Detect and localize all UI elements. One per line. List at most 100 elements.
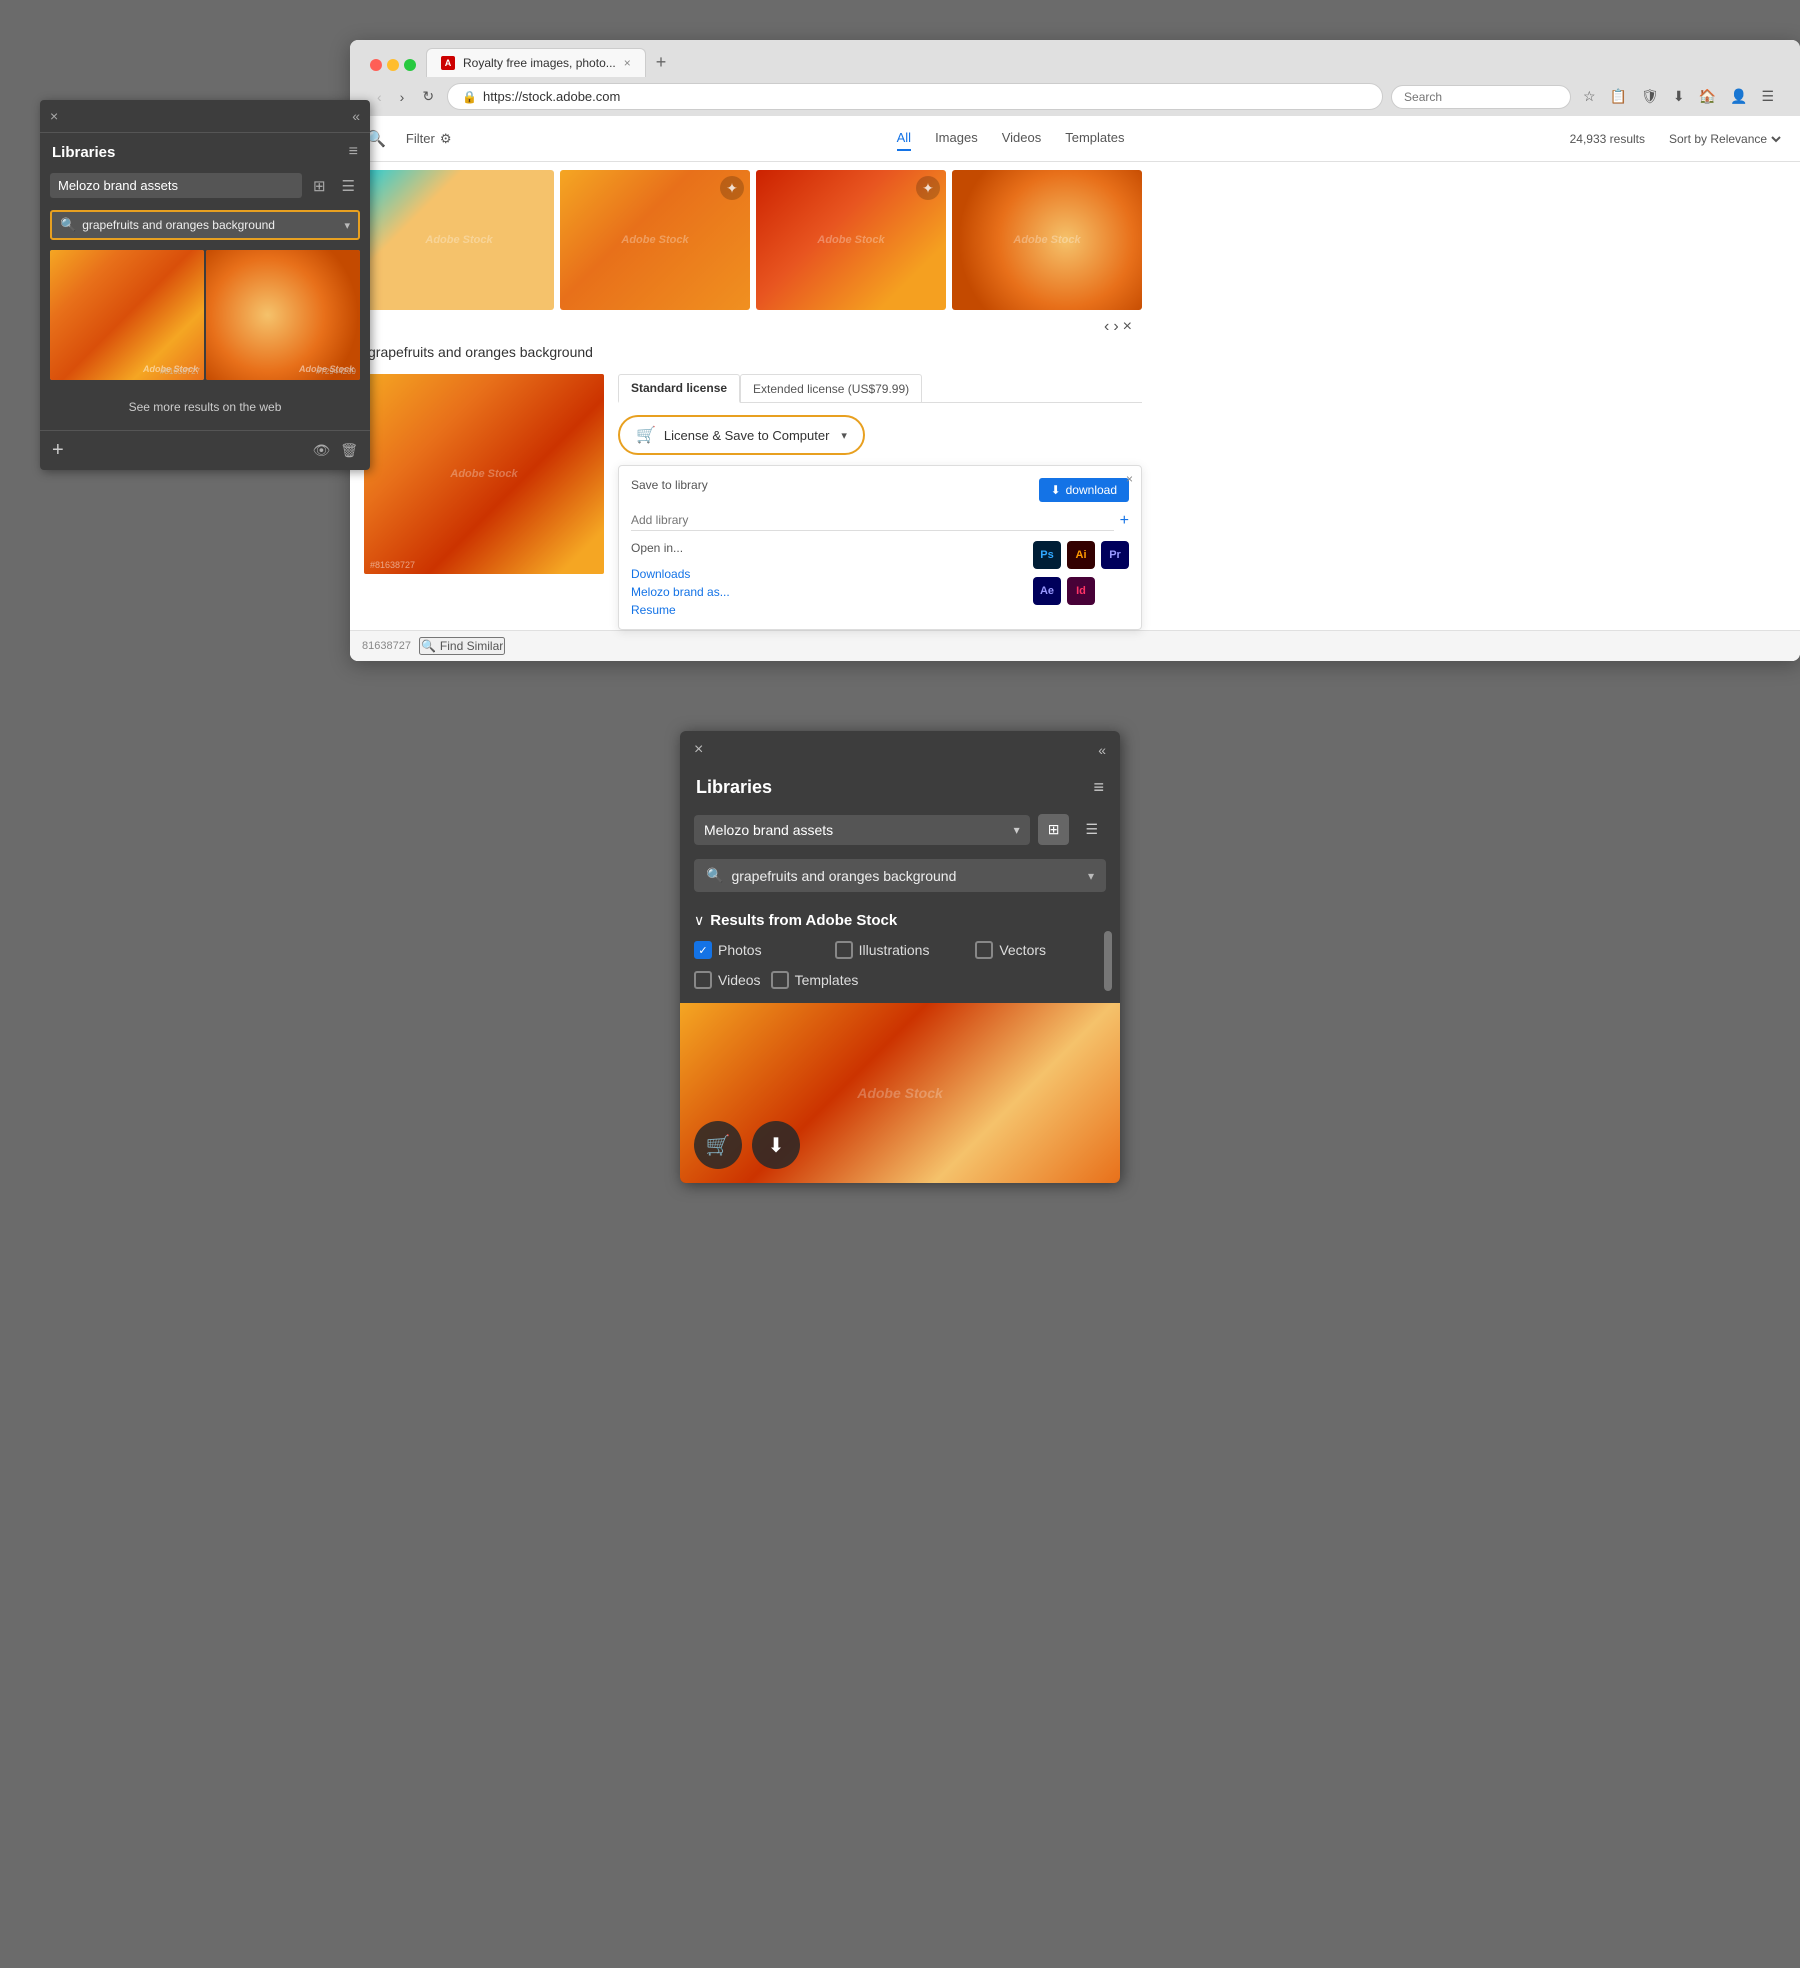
favorite-button-3[interactable]: ✦ <box>916 176 940 200</box>
download-icon[interactable]: ⬇ <box>1669 85 1689 108</box>
search-dropdown-button[interactable]: ▾ <box>344 219 350 232</box>
account-icon[interactable]: 👤 <box>1726 85 1751 108</box>
scrollbar-thumb[interactable] <box>1104 931 1112 991</box>
tab-close-button[interactable]: × <box>624 56 631 70</box>
add-library-plus-button[interactable]: + <box>1120 512 1129 530</box>
find-similar-button[interactable]: 🔍 Find Similar <box>419 637 505 655</box>
stock-tabs: All Images Videos Templates <box>471 126 1549 151</box>
add-to-library-button[interactable]: 🛒 <box>694 1121 742 1169</box>
photos-checkbox[interactable]: ✓ <box>694 941 712 959</box>
filter-illustrations: Illustrations <box>835 941 966 959</box>
favorite-button-2[interactable]: ✦ <box>720 176 744 200</box>
indesign-icon[interactable]: Id <box>1067 577 1095 605</box>
detail-next-button[interactable]: › <box>1113 318 1118 336</box>
address-bar[interactable]: 🔒 https://stock.adobe.com <box>447 83 1383 110</box>
close-traffic-light[interactable] <box>370 59 382 71</box>
panel-close-button[interactable]: × <box>50 109 58 123</box>
library-select-row: Melozo brand assets ⊞ ☰ <box>40 167 370 204</box>
view-list-button[interactable]: ☰ <box>337 174 360 198</box>
browser-search-input[interactable] <box>1404 90 1524 104</box>
photoshop-icon[interactable]: Ps <box>1033 541 1061 569</box>
browser-address-bar: ‹ › ↻ 🔒 https://stock.adobe.com ☆ 📋 🛡 ⬇ … <box>362 77 1788 116</box>
popup-close-button[interactable]: × <box>1126 472 1133 486</box>
panel-image-cell-1[interactable]: Adobe Stock #81638727 <box>50 250 204 380</box>
minimize-traffic-light[interactable] <box>387 59 399 71</box>
visibility-icon[interactable]: 👁 <box>312 442 330 459</box>
add-library-input[interactable] <box>631 510 1114 531</box>
image-id-1: #81638727 <box>160 367 200 376</box>
tab-templates[interactable]: Templates <box>1065 126 1124 151</box>
detail-prev-button[interactable]: ‹ <box>1104 318 1109 336</box>
stock-image-2[interactable]: Adobe Stock ✦ <box>560 170 750 310</box>
new-tab-button[interactable]: + <box>648 48 675 77</box>
back-button[interactable]: ‹ <box>372 86 387 108</box>
stock-image-4[interactable]: Adobe Stock <box>952 170 1142 310</box>
panel-menu-icon[interactable]: ≡ <box>349 143 358 161</box>
search-dropdown-b[interactable]: ▾ <box>1088 869 1094 883</box>
reload-button[interactable]: ↻ <box>417 85 439 108</box>
panel-b-library-row: Melozo brand assets ▾ ⊞ ☰ <box>680 808 1120 851</box>
delete-icon[interactable]: 🗑 <box>340 442 358 459</box>
view-grid-button[interactable]: ⊞ <box>308 174 331 198</box>
library-name-display: Melozo brand assets <box>704 822 833 838</box>
find-similar-bar: 81638727 🔍 Find Similar <box>350 630 1800 661</box>
aftereffects-icon[interactable]: Ae <box>1033 577 1061 605</box>
tab-all[interactable]: All <box>897 126 911 151</box>
panel-b-close-button[interactable]: × <box>694 741 703 759</box>
downloads-link[interactable]: Downloads <box>631 567 730 581</box>
save-to-library-label: Save to library <box>631 478 708 492</box>
extended-license-tab[interactable]: Extended license (US$79.99) <box>740 374 922 402</box>
bottom-section: × « Libraries ≡ Melozo brand assets ▾ ⊞ … <box>0 701 1800 1223</box>
results-chevron: ∨ <box>694 912 704 929</box>
add-button[interactable]: + <box>52 439 64 462</box>
detail-close-button[interactable]: × <box>1123 318 1132 336</box>
library-select[interactable]: Melozo brand assets <box>50 173 302 198</box>
resume-link[interactable]: Resume <box>631 603 730 617</box>
illustrations-checkbox[interactable] <box>835 941 853 959</box>
vectors-checkbox[interactable] <box>975 941 993 959</box>
panel-image-cell-2[interactable]: Adobe Stock #72944209 <box>206 250 360 380</box>
browser-chrome: A Royalty free images, photo... × + ‹ › … <box>350 40 1800 116</box>
stock-image-1[interactable]: Adobe Stock <box>364 170 554 310</box>
browser-tabs: A Royalty free images, photo... × + <box>362 48 1788 77</box>
download-button[interactable]: ⬇ download <box>1039 478 1129 502</box>
sort-select[interactable]: Sort by Relevance <box>1665 131 1784 147</box>
videos-checkbox[interactable] <box>694 971 712 989</box>
panel-b-image-preview[interactable]: Adobe Stock 🛒 ⬇ <box>680 1003 1120 1183</box>
tab-videos[interactable]: Videos <box>1002 126 1042 151</box>
view-grid-button-b[interactable]: ⊞ <box>1038 814 1070 845</box>
browser-tab-active[interactable]: A Royalty free images, photo... × <box>426 48 646 77</box>
panel-collapse-button[interactable]: « <box>352 108 360 124</box>
license-save-button[interactable]: 🛒 License & Save to Computer ▾ <box>618 415 865 455</box>
see-more-text[interactable]: See more results on the web <box>129 400 282 414</box>
melozo-link[interactable]: Melozo brand as... <box>631 585 730 599</box>
panel-b-menu-icon[interactable]: ≡ <box>1093 777 1104 798</box>
view-list-button-b[interactable]: ☰ <box>1077 814 1106 845</box>
photos-label: Photos <box>718 942 762 958</box>
panel-b-collapse-button[interactable]: « <box>1098 742 1106 758</box>
maximize-traffic-light[interactable] <box>404 59 416 71</box>
forward-button[interactable]: › <box>395 86 410 108</box>
premiere-icon[interactable]: Pr <box>1101 541 1129 569</box>
app-icons-group: Ps Ai Pr Ae Id <box>1033 541 1129 617</box>
standard-license-tab[interactable]: Standard license <box>618 374 740 403</box>
bookmark-icon[interactable]: ☆ <box>1579 85 1600 108</box>
stock-main-area: Adobe Stock Adobe Stock ✦ Adobe Stock <box>350 162 1800 630</box>
library-select-wrapper[interactable]: Melozo brand assets ▾ <box>694 815 1030 845</box>
home-icon[interactable]: 🏠 <box>1695 85 1720 108</box>
download-preview-button[interactable]: ⬇ <box>752 1121 800 1169</box>
templates-checkbox[interactable] <box>771 971 789 989</box>
detail-main-image[interactable]: Adobe Stock #81638727 <box>364 374 604 574</box>
reading-list-icon[interactable]: 📋 <box>1606 85 1631 108</box>
bottom-icon-group: 👁 🗑 <box>312 442 358 459</box>
shield-icon[interactable]: 🛡 <box>1637 85 1663 108</box>
illustrator-icon[interactable]: Ai <box>1067 541 1095 569</box>
library-dropdown-arrow: ▾ <box>1014 823 1020 837</box>
tab-favicon: A <box>441 56 455 70</box>
stock-image-3[interactable]: Adobe Stock ✦ <box>756 170 946 310</box>
filter-button[interactable]: Filter ⚙ <box>406 131 452 147</box>
filter-vectors: Vectors <box>975 941 1106 959</box>
browser-search-bar[interactable] <box>1391 85 1571 109</box>
tab-images[interactable]: Images <box>935 126 978 151</box>
menu-icon[interactable]: ☰ <box>1757 85 1778 108</box>
